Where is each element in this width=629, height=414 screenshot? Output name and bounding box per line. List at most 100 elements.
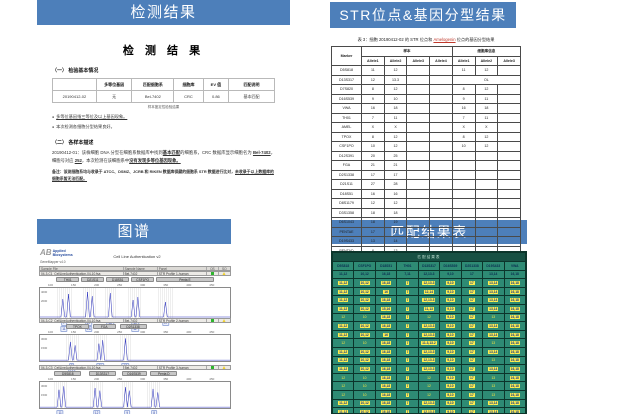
- match-cell: 9,10: [440, 313, 461, 322]
- match-cell-value: 10,12: [360, 298, 370, 302]
- str-caption-prefix: 表 3：细胞 20190412-02 的 STR 位点和: [358, 37, 434, 42]
- match-cell-value: 17: [469, 358, 475, 362]
- str-sample-cell: 12: [362, 199, 385, 209]
- match-cell-value: 16: [383, 290, 389, 294]
- str-table-row: D6S10431819: [332, 218, 521, 228]
- match-title-row: 匹配结果表: [333, 253, 526, 262]
- match-cell: 13: [483, 313, 504, 322]
- match-cell: 11,12: [333, 408, 354, 414]
- match-cell-value: 7: [406, 307, 410, 311]
- str-sample-cell: [407, 151, 430, 161]
- match-query-cell: 7,11: [397, 270, 418, 279]
- match-cell-value: 9,10: [446, 393, 454, 397]
- str-sample-cell: 12: [384, 66, 407, 76]
- report-bullet: ●本次检测各细胞分型结果良好。: [52, 124, 275, 130]
- str-marker-cell: CSF1PO: [332, 142, 362, 152]
- match-cell: 7: [397, 330, 418, 339]
- str-bank-merged-cell: OL: [452, 75, 520, 85]
- match-cell-value: 9,10: [446, 290, 454, 294]
- match-data-row: 121016,187129,10171316,18: [333, 373, 526, 382]
- str-table-row: D12S3912025: [332, 151, 521, 161]
- match-cell: 7: [397, 339, 418, 348]
- match-cell-value: 13,14: [488, 367, 498, 371]
- str-bank-cell: [452, 180, 475, 190]
- match-cell-value: 10,12: [360, 401, 370, 405]
- match-cell: 9,10: [440, 296, 461, 305]
- amelogenin-link[interactable]: Amelogenin: [433, 37, 455, 42]
- match-data-row: 121016,187129,10171316,18: [333, 390, 526, 399]
- str-sample-cell: 18: [384, 208, 407, 218]
- str-sample-cell: 16: [384, 189, 407, 199]
- pass-icon: [211, 319, 215, 322]
- str-caption-suffix: 位点的基因分型结果: [456, 37, 495, 42]
- str-group-sample: 样本: [362, 47, 453, 57]
- str-bank-cell: [498, 161, 521, 171]
- str-sample-cell: [407, 132, 430, 142]
- marker-box: D16S539: [122, 371, 147, 376]
- match-cell-value: 12: [341, 341, 345, 345]
- str-table-row: D3S13581818: [332, 208, 521, 218]
- report-col-header: 匹配说明: [229, 79, 275, 91]
- match-cell-value: 12: [427, 315, 431, 319]
- match-cell-value: 10: [363, 341, 367, 345]
- match-cell: 9,10: [440, 365, 461, 374]
- str-sample-cell: [430, 142, 453, 152]
- match-cell-value: 16,18: [510, 367, 520, 371]
- match-cell: 17: [461, 330, 482, 339]
- report-bullet: ●多等位基因指三等位及以上基因现象。: [52, 114, 275, 120]
- match-cell: 17: [461, 322, 482, 331]
- banner-profile-title: 图谱: [37, 219, 231, 244]
- match-cell-value: 17: [469, 410, 475, 414]
- match-cell: 17: [461, 339, 482, 348]
- trace-plot: 40002000: [39, 287, 231, 319]
- match-cell: 16,18: [504, 330, 526, 339]
- match-cell-value: 9,10: [446, 401, 454, 405]
- match-cell-value: 16,18: [381, 401, 391, 405]
- str-sample-cell: [430, 161, 453, 171]
- match-data-row: 121016,187129,10171316,18: [333, 313, 526, 322]
- report-sample-description: 20190412-01：该株细胞 DNA 分型在细胞系数据库中找到基本匹配的细胞…: [52, 149, 275, 166]
- match-cell-value: 11,12: [338, 401, 348, 405]
- match-cell-value: 13: [491, 315, 495, 319]
- match-cell-value: 16,18: [381, 393, 391, 397]
- str-sample-cell: 16: [362, 189, 385, 199]
- sq-quality-cell: [219, 366, 230, 369]
- marker-box: D13S317: [89, 371, 116, 376]
- match-cell: 13,14: [483, 304, 504, 313]
- match-cell-value: 17: [469, 298, 475, 302]
- str-bank-cell: [498, 66, 521, 76]
- panel-name: STR Profile 2-human: [158, 319, 207, 322]
- match-cell: 10,12: [354, 279, 375, 288]
- str-sample-cell: 20: [362, 151, 385, 161]
- str-sample-cell: [407, 218, 430, 228]
- match-cell-value: 7: [406, 298, 410, 302]
- report-table-cell: Bel-7402: [132, 91, 174, 103]
- match-cell: 16,18: [504, 382, 526, 391]
- match-cell: 17: [461, 347, 482, 356]
- str-marker-cell: D13S317: [332, 75, 362, 85]
- match-cell: 16,18: [375, 382, 396, 391]
- match-cell: 17: [461, 399, 482, 408]
- match-cell-value: 9,10: [446, 315, 454, 319]
- match-cell: 13,14: [483, 330, 504, 339]
- str-table-row: AMELXXXX: [332, 123, 521, 133]
- match-cell: 12,14: [418, 287, 439, 296]
- match-cell-value: 12,13.3: [422, 281, 435, 285]
- warning-icon: [222, 272, 226, 275]
- os-quality-cell: [207, 366, 218, 369]
- match-cell-value: 16,18: [510, 350, 520, 354]
- ab-logo: AB Applied Biosystems: [40, 249, 73, 257]
- match-cell: 12: [418, 313, 439, 322]
- str-bank-cell: [498, 180, 521, 190]
- paragraph-segment: 20190412-01：该株细胞 DNA 分型在细胞系数据库中找到: [52, 150, 163, 155]
- str-sample-cell: [407, 208, 430, 218]
- str-sample-cell: 10: [362, 142, 385, 152]
- report-col-header: [53, 79, 97, 91]
- str-sample-cell: 28: [384, 180, 407, 190]
- str-marker-cell: D12S391: [332, 151, 362, 161]
- match-cell: 16,18: [375, 322, 396, 331]
- str-sample-cell: [430, 227, 453, 237]
- str-bank-cell: 11: [452, 66, 475, 76]
- match-cell-value: 17: [469, 281, 475, 285]
- match-cell-value: 11,13: [424, 307, 434, 311]
